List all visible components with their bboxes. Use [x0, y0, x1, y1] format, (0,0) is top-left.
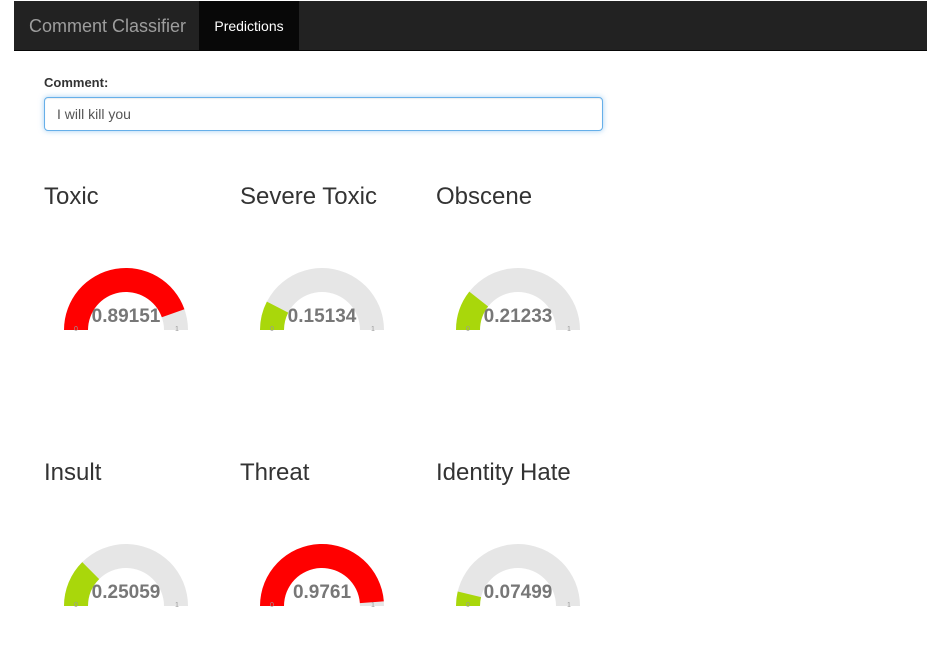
gauge-title-threat: Threat	[240, 459, 310, 486]
gauge-title-toxic: Toxic	[44, 183, 99, 210]
gauge-value: 0.89151	[91, 306, 161, 327]
gauge-insult: 0.25059 0 1	[56, 538, 196, 628]
gauge-min-label: 0	[270, 602, 274, 609]
gauge-max-label: 1	[371, 326, 375, 333]
gauge-min-label: 0	[466, 602, 470, 609]
gauge-min-label: 0	[270, 326, 274, 333]
gauge-max-label: 1	[567, 326, 571, 333]
gauge-obscene: 0.21233 0 1	[448, 262, 588, 352]
gauge-title-insult: Insult	[44, 459, 102, 486]
gauge-value: 0.07499	[483, 582, 553, 603]
gauge-min-label: 0	[466, 326, 470, 333]
gauge-value: 0.9761	[292, 582, 352, 603]
gauge-max-label: 1	[567, 602, 571, 609]
gauge-min-label: 0	[74, 326, 78, 333]
gauge-toxic: 0.89151 0 1	[56, 262, 196, 352]
comment-input[interactable]	[44, 97, 603, 131]
gauge-min-label: 0	[74, 602, 78, 609]
gauge-max-label: 1	[175, 326, 179, 333]
gauge-max-label: 1	[371, 602, 375, 609]
gauge-severe-toxic: 0.15134 0 1	[252, 262, 392, 352]
gauge-threat: 0.9761 0 1	[252, 538, 392, 628]
app-brand[interactable]: Comment Classifier	[29, 1, 186, 51]
gauge-title-obscene: Obscene	[436, 183, 533, 210]
gauge-value: 0.21233	[483, 306, 553, 327]
tab-predictions[interactable]: Predictions	[199, 1, 299, 51]
gauge-title-identity-hate: Identity Hate	[436, 459, 571, 486]
gauge-max-label: 1	[175, 602, 179, 609]
navbar: Comment Classifier Predictions	[14, 1, 927, 51]
gauge-identity-hate: 0.07499 0 1	[448, 538, 588, 628]
gauge-value: 0.25059	[91, 582, 161, 603]
gauge-title-severe-toxic: Severe Toxic	[240, 183, 377, 210]
comment-label: Comment:	[44, 75, 109, 90]
gauge-value: 0.15134	[287, 306, 357, 327]
